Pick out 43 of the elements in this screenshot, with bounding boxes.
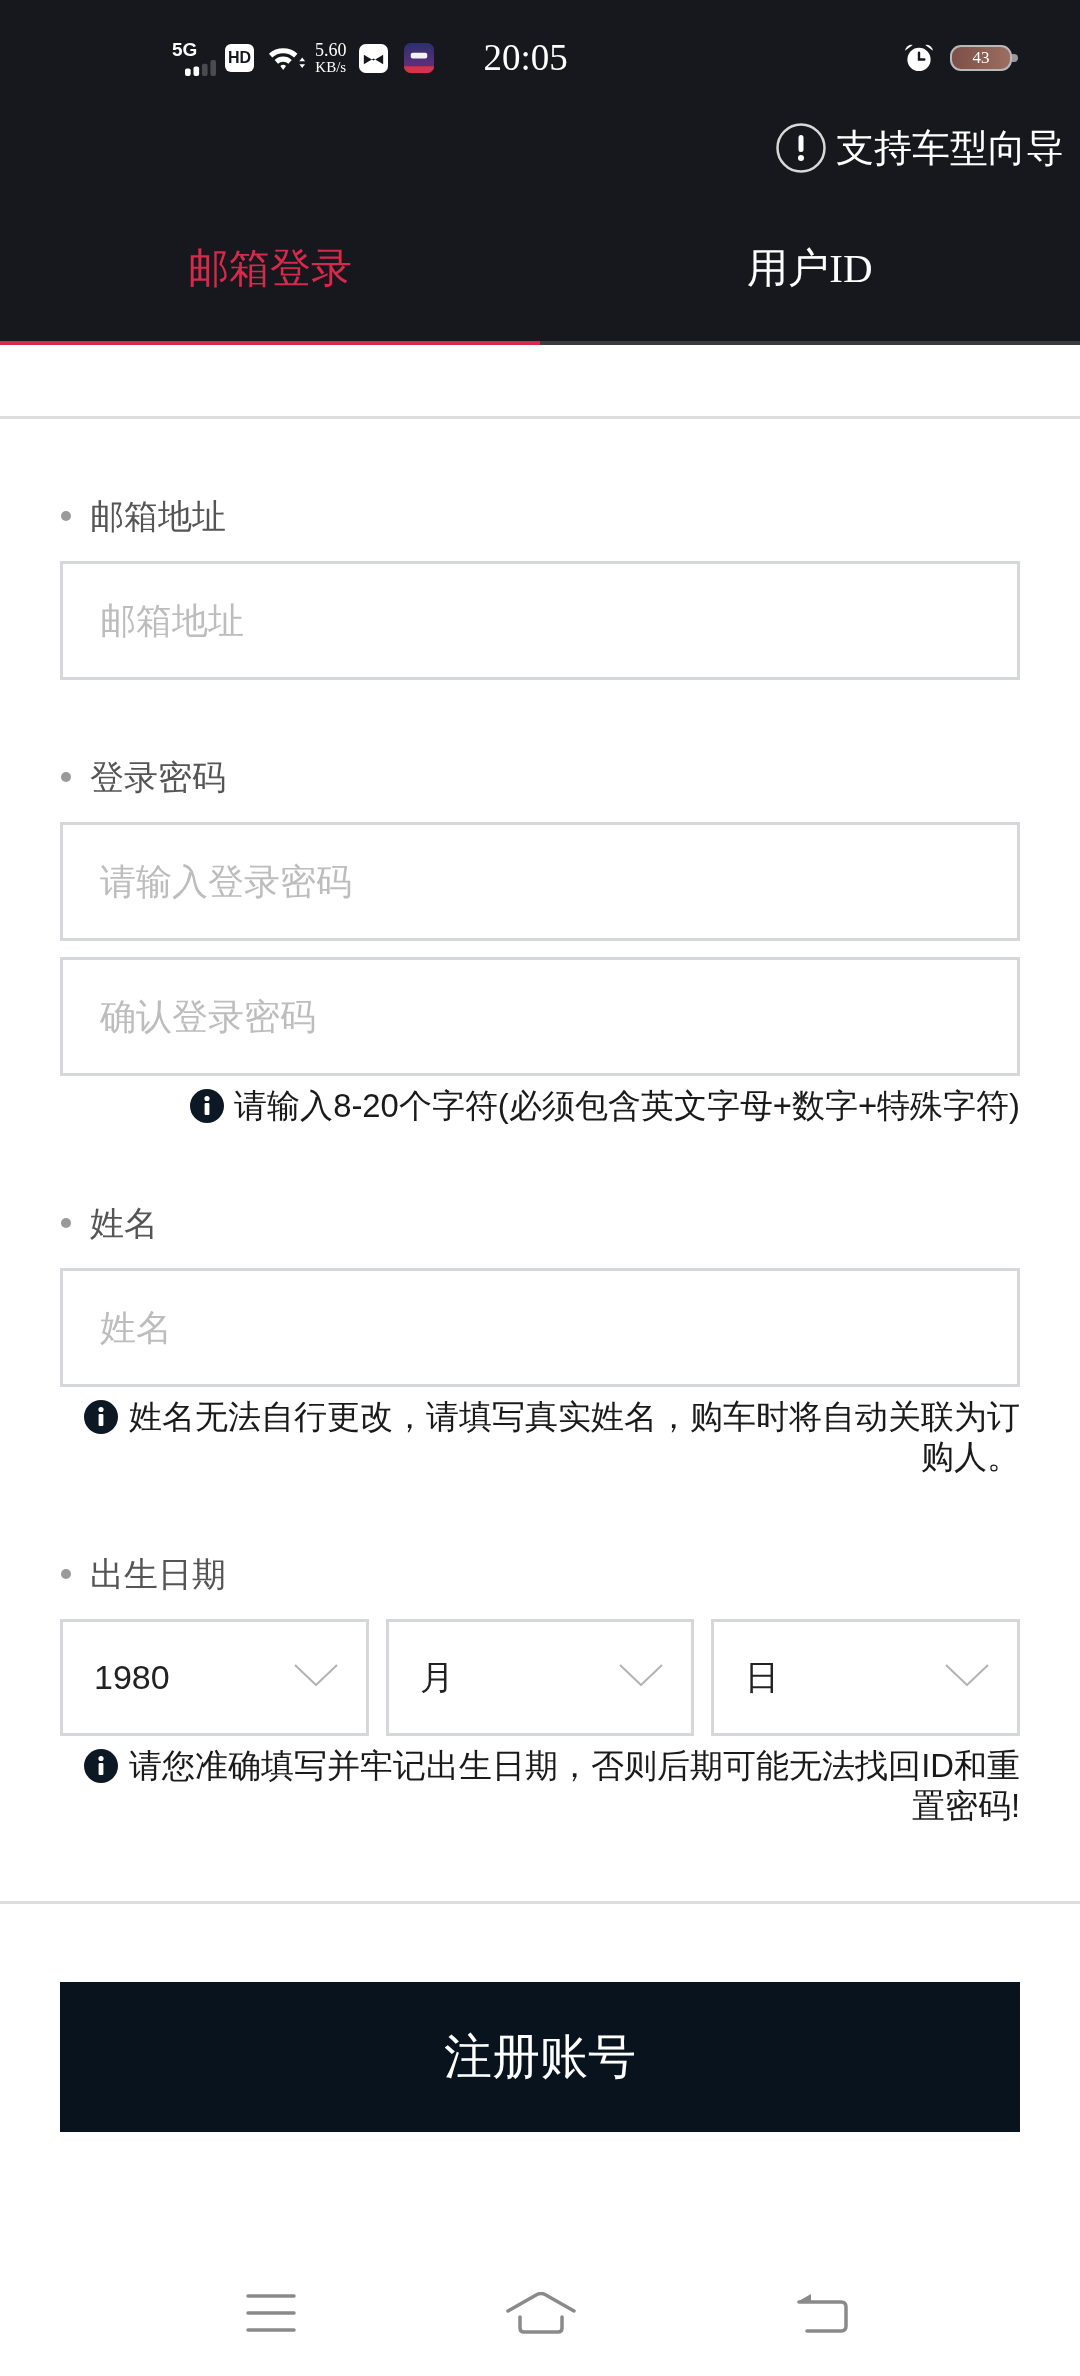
home-icon[interactable]: [506, 2292, 576, 2334]
register-button[interactable]: 注册账号: [60, 1982, 1020, 2132]
tab[interactable]: 用户ID: [540, 176, 1080, 345]
field-label: 邮箱地址: [90, 496, 226, 537]
hd-indicator: HD: [225, 44, 254, 72]
chevron-down-icon: [293, 1663, 338, 1686]
network-type-label: 5G: [172, 40, 198, 59]
bullet-dot-icon: [61, 511, 71, 521]
input-field[interactable]: 姓名: [60, 1268, 1020, 1387]
battery-indicator: 43: [950, 45, 1018, 71]
chevron-down-icon: [619, 1663, 664, 1686]
select-field[interactable]: 日: [711, 1619, 1020, 1736]
bullet-dot-icon: [61, 772, 71, 782]
wifi-icon: [268, 45, 306, 71]
clock-time: 20:05: [483, 36, 568, 80]
app-icon: [358, 43, 388, 73]
input-field[interactable]: 邮箱地址: [60, 561, 1020, 680]
tab[interactable]: 邮箱登录: [0, 176, 540, 345]
alarm-clock-icon: [904, 43, 934, 73]
info-icon: [84, 1400, 118, 1434]
field-label: 登录密码: [90, 757, 226, 798]
signal-bars-icon: [185, 60, 217, 76]
hint-text: 请输入8-20个字符(必须包含英文字母+数字+特殊字符): [234, 1086, 1020, 1126]
app-icon: [403, 43, 434, 73]
bullet-dot-icon: [61, 1569, 71, 1579]
field-label: 出生日期: [90, 1554, 226, 1595]
hint-text: 姓名无法自行更改，请填写真实姓名，购车时将自动关联为订购人。: [128, 1397, 1020, 1477]
info-icon: [84, 1749, 118, 1783]
network-speed-value: 5.60: [315, 41, 347, 59]
input-field[interactable]: 确认登录密码: [60, 957, 1020, 1076]
network-speed-unit: KB/s: [315, 59, 347, 75]
bullet-dot-icon: [61, 1218, 71, 1228]
field-label: 姓名: [90, 1203, 158, 1244]
hint-text: 请您准确填写并牢记出生日期，否则后期可能无法找回ID和重置密码!: [128, 1746, 1020, 1826]
input-field[interactable]: 请输入登录密码: [60, 822, 1020, 941]
exclamation-circle-icon: [776, 123, 826, 173]
chevron-down-icon: [945, 1663, 989, 1686]
back-icon[interactable]: [797, 2293, 849, 2333]
select-field[interactable]: 月: [385, 1619, 695, 1736]
menu-icon[interactable]: [246, 2294, 296, 2332]
info-icon: [190, 1089, 225, 1123]
vehicle-guide-link[interactable]: 支持车型向导: [776, 123, 1064, 173]
select-field[interactable]: 1980: [60, 1619, 369, 1736]
